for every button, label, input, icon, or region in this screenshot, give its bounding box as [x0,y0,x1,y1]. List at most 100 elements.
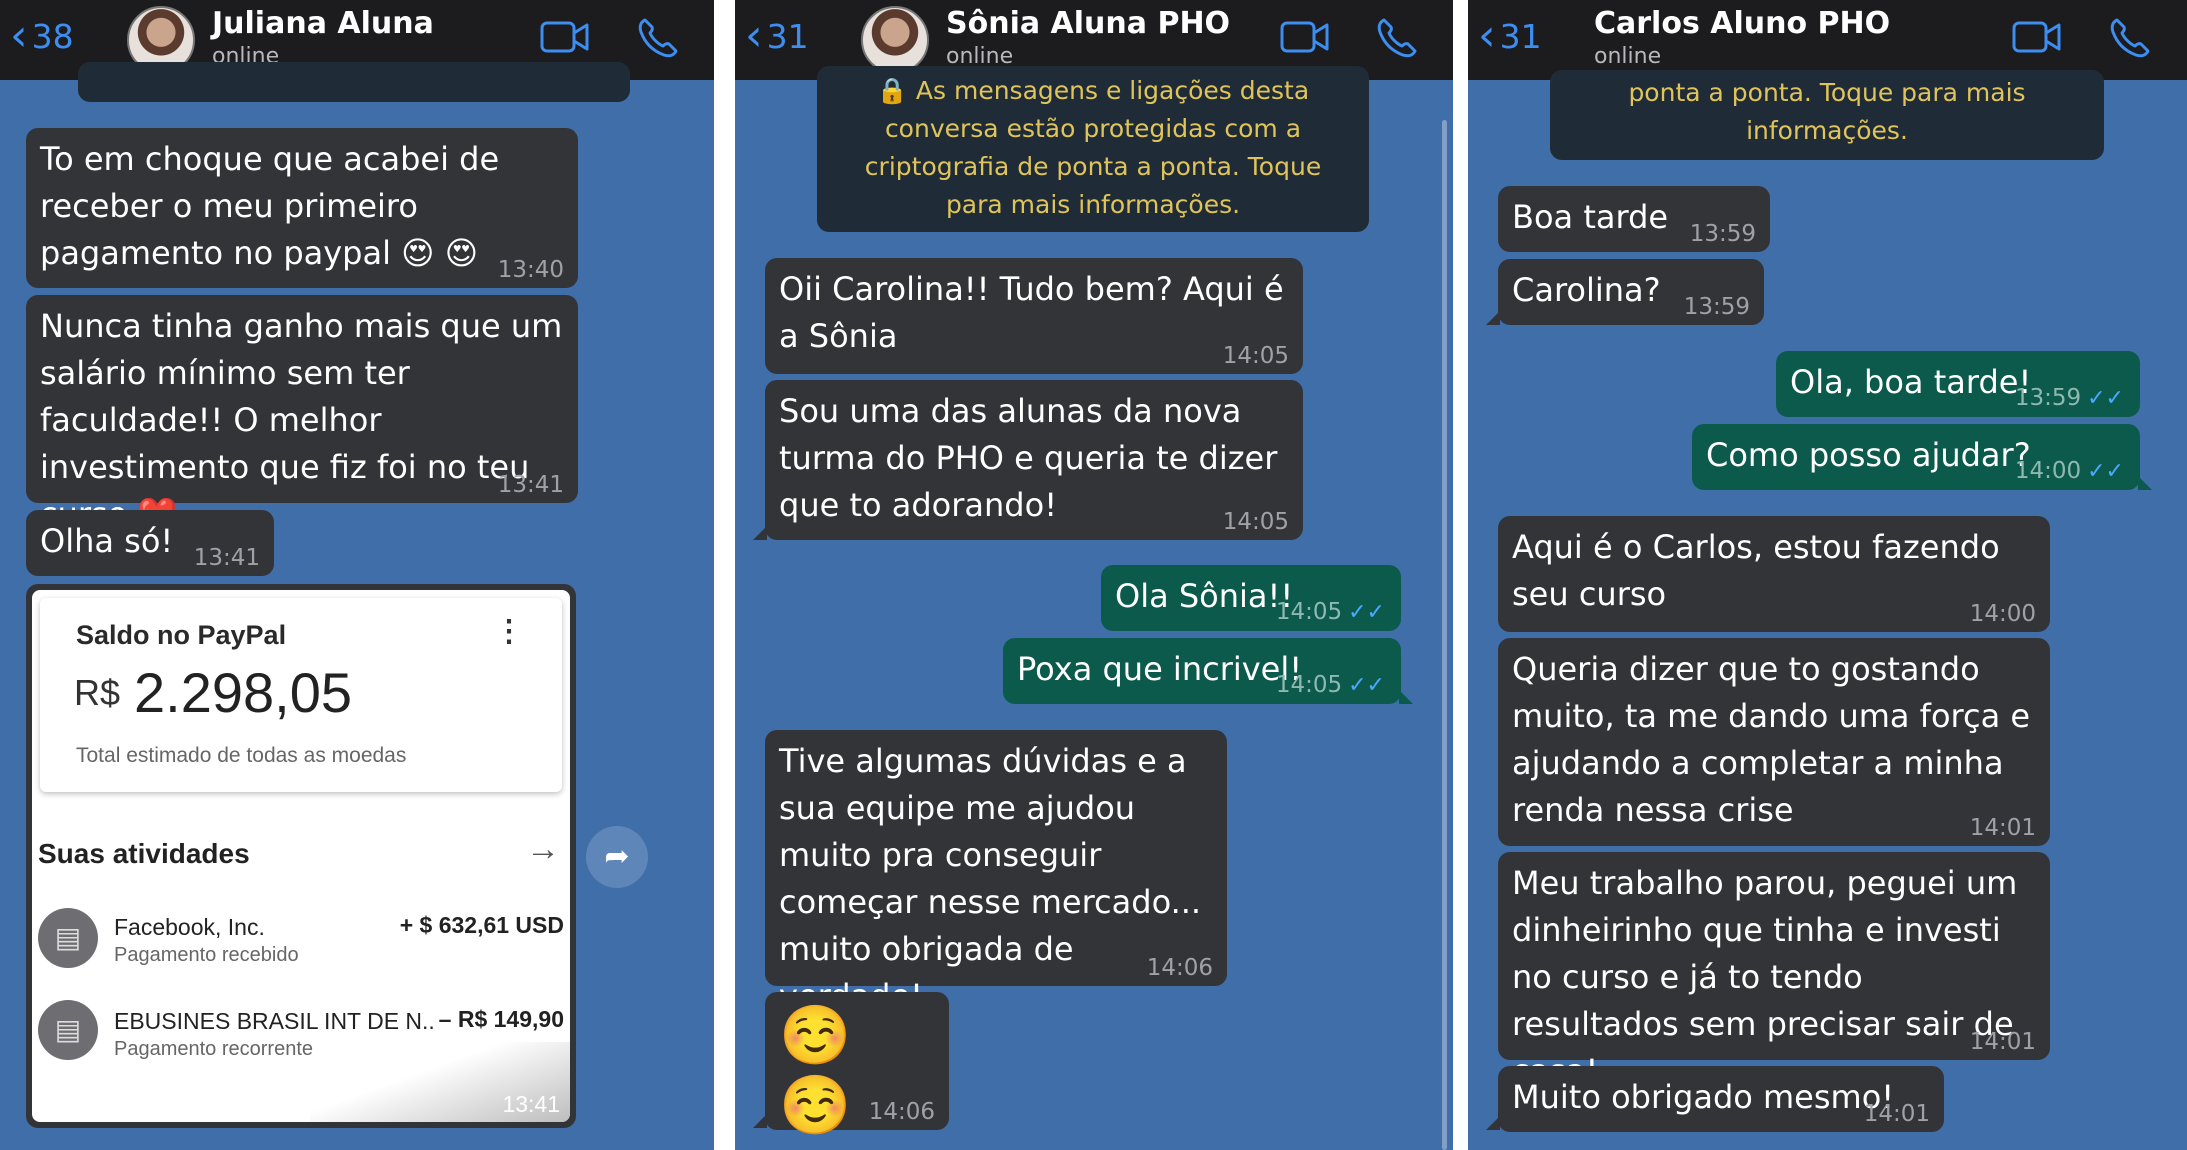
double-check-icon: ✓✓ [2087,386,2124,411]
balance-amount: 2.298,05 [134,661,352,724]
phone-icon[interactable] [636,16,680,60]
unread-count: 38 [31,16,74,56]
message-bubble: Oii Carolina!! Tudo bem? Aqui é a Sônia … [765,258,1303,374]
message-bubble: Poxa que incrivel! 14:05 ✓✓ [1003,638,1401,704]
video-camera-icon[interactable] [2012,20,2062,54]
activity-name: EBUSINES BRASIL INT DE N... [114,1008,434,1034]
message-time: 14:05 [1275,672,1343,698]
chevron-left-icon: ‹ [1478,10,1496,61]
message-time: 14:01 [1969,815,2036,841]
message-time-wrap: 14:05 ✓✓ [1276,600,1385,625]
activity-name: Facebook, Inc. [114,914,265,940]
message-time: 14:06 [1146,955,1213,981]
message-time: 13:41 [502,1091,560,1117]
message-time: 14:06 [868,1099,935,1125]
message-text: Tive algumas dúvidas e a sua equipe me a… [779,742,1202,1015]
activity-desc: Pagamento recorrente [114,1038,314,1060]
message-bubble: Ola Sônia!! 14:05 ✓✓ [1101,565,1401,631]
balance-currency: R$ [74,672,121,713]
message-time: 13:40 [497,257,564,283]
message-time: 14:01 [1969,1029,2036,1055]
contact-name[interactable]: Juliana Aluna [212,6,434,41]
double-check-icon: ✓✓ [2087,459,2124,484]
chat-header: ‹ 31 Carlos Aluno PHO online [1468,0,2187,80]
balance-card: Saldo no PayPal ⋮ R$ 2.298,05 Total esti… [40,598,562,792]
message-time: 14:00 [1969,601,2036,627]
message-bubble: To em choque que acabei de receber o meu… [26,128,578,288]
double-check-icon: ✓✓ [1348,673,1385,698]
contact-name[interactable]: Carlos Aluno PHO [1594,6,1890,41]
image-message[interactable]: Saldo no PayPal ⋮ R$ 2.298,05 Total esti… [26,584,576,1128]
store-icon: ▤ [38,1000,98,1060]
video-camera-icon[interactable] [1280,20,1330,54]
arrow-right-icon: → [526,830,560,868]
encryption-notice[interactable]: 🔒 As mensagens e ligações desta conversa… [817,66,1369,232]
activity-value: + $ 632,61 USD [399,912,564,938]
chat-panel-sonia: ‹ 31 Sônia Aluna PHO online 🔒 As mensage… [735,0,1453,1150]
message-time: 13:59 [1689,221,1756,247]
message-text: Ola, boa tarde! [1790,363,2032,401]
activity-desc: Pagamento recebido [114,944,299,966]
store-icon: ▤ [38,908,98,968]
bubble-tail [1486,1116,1500,1130]
message-text: Como posso ajudar? [1706,436,2031,474]
message-time-wrap: 14:00 ✓✓ [2015,459,2124,484]
message-text: Aqui é o Carlos, estou fazendo seu curso [1512,528,2000,613]
message-time: 13:59 [1683,294,1750,320]
balance-label: Saldo no PayPal [76,620,287,650]
message-time-wrap: 13:59 ✓✓ [2015,386,2124,411]
bubble-tail [1399,690,1413,704]
message-bubble: Olha só! 13:41 [26,510,274,576]
message-text: Queria dizer que to gostando muito, ta m… [1512,650,2031,829]
forward-arrow-icon[interactable]: ➦ [586,826,648,888]
message-bubble: Sou uma das alunas da nova turma do PHO … [765,380,1303,540]
bubble-tail [753,1114,767,1128]
message-time: 13:59 [2014,385,2082,411]
message-bubble: Ola, boa tarde! 13:59 ✓✓ [1776,351,2140,417]
message-time: 13:41 [497,472,564,498]
message-text: Carolina? [1512,271,1661,309]
message-bubble: Queria dizer que to gostando muito, ta m… [1498,638,2050,846]
message-bubble: Meu trabalho parou, peguei um dinheirinh… [1498,852,2050,1090]
message-bubble: Aqui é o Carlos, estou fazendo seu curso… [1498,516,2050,632]
message-bubble: ☺️ ☺️ 14:06 [765,992,949,1139]
back-button[interactable]: ‹ 38 [10,14,74,58]
back-button[interactable]: ‹ 31 [1478,14,1542,58]
video-camera-icon[interactable] [540,20,590,54]
back-button[interactable]: ‹ 31 [745,14,809,58]
double-check-icon: ✓✓ [1348,600,1385,625]
chevron-left-icon: ‹ [745,10,763,61]
phone-icon[interactable] [1375,16,1419,60]
avatar[interactable] [861,6,929,74]
message-bubble: Como posso ajudar? 14:00 ✓✓ [1692,424,2140,490]
message-time-wrap: 14:05 ✓✓ [1276,673,1385,698]
message-bubble: Tive algumas dúvidas e a sua equipe me a… [765,730,1227,1015]
message-bubble: Carolina? 13:59 [1498,259,1764,325]
message-time: 13:41 [193,545,260,571]
message-text: Muito obrigado mesmo! [1512,1078,1895,1116]
chat-panel-carlos: ‹ 31 Carlos Aluno PHO online ponta a pon… [1468,0,2187,1150]
message-time: 14:05 [1222,509,1289,535]
phone-icon[interactable] [2108,16,2152,60]
message-text: Meu trabalho parou, peguei um dinheirinh… [1512,864,2018,1090]
message-text: Poxa que incrivel! [1017,650,1303,688]
activities-title: Suas atividades [38,838,250,869]
message-text: Sou uma das alunas da nova turma do PHO … [779,392,1278,524]
message-time: 14:05 [1222,343,1289,369]
encryption-notice[interactable]: ponta a ponta. Toque para mais informaçõ… [1550,70,2104,160]
bubble-tail [2138,476,2152,490]
contact-status: online [1594,44,1662,69]
message-bubble: Boa tarde 13:59 [1498,186,1770,252]
message-time: 14:05 [1275,599,1343,625]
contact-name[interactable]: Sônia Aluna PHO [946,6,1230,41]
message-text: Boa tarde [1512,198,1669,236]
message-text: Ola Sônia!! [1115,577,1294,615]
more-icon: ⋮ [494,615,524,648]
scrollbar[interactable] [1442,120,1447,1150]
unread-count: 31 [766,16,809,56]
message-text: Oii Carolina!! Tudo bem? Aqui é a Sônia [779,270,1284,355]
message-time: 14:01 [1863,1101,1930,1127]
chevron-left-icon: ‹ [10,10,28,61]
encryption-notice[interactable] [78,62,630,102]
message-text: Nunca tinha ganho mais que um salário mí… [40,307,563,533]
